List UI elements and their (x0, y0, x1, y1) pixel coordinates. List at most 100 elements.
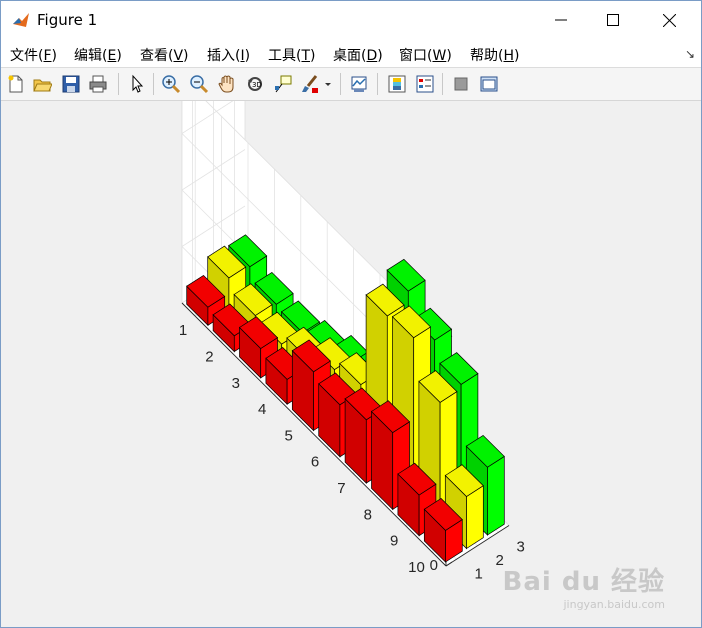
open-file-button[interactable] (30, 72, 54, 96)
close-icon (662, 13, 676, 27)
save-button[interactable] (59, 72, 83, 96)
colorbar-button[interactable] (385, 72, 409, 96)
menu-edit[interactable]: 编辑(E) (74, 45, 122, 65)
open-file-icon (33, 79, 52, 92)
menu-window[interactable]: 窗口(W) (399, 45, 452, 65)
brush-button[interactable] (298, 72, 322, 96)
link-plot-icon (351, 76, 367, 92)
z-tick-label: 0 (430, 557, 438, 574)
toolbar-separator (442, 73, 443, 95)
menu-file-end: ) (51, 48, 57, 64)
menu-help-end: ) (514, 48, 520, 64)
close-button[interactable] (643, 1, 695, 39)
window-title: Figure 1 (37, 11, 98, 29)
y-tick-label: 7 (337, 480, 345, 497)
new-figure-button[interactable] (4, 72, 28, 96)
zoom-in-button[interactable] (159, 72, 183, 96)
menu-tools-label: 工具( (268, 48, 302, 64)
y-tick-label: 5 (284, 427, 292, 444)
data-cursor-icon (275, 75, 292, 93)
colorbar-icon (388, 75, 406, 93)
menu-file-label: 文件( (10, 48, 44, 64)
print-icon (89, 75, 107, 93)
y-tick-label: 10 (408, 559, 425, 576)
svg-text:3D: 3D (252, 81, 262, 89)
hide-tools-icon (454, 77, 468, 91)
x-tick-label: 3 (517, 538, 525, 555)
brush-icon (302, 75, 318, 93)
minimize-button[interactable] (535, 1, 587, 39)
menu-desktop[interactable]: 桌面(D) (333, 45, 383, 65)
zoom-out-icon (190, 75, 209, 94)
y-tick-label: 8 (364, 506, 372, 523)
menu-desktop-key: D (366, 48, 378, 64)
link-plot-button[interactable] (347, 72, 371, 96)
title-bar: Figure 1 (1, 1, 701, 39)
bar3-plot[interactable]: 05010015020012345678910123 (1, 101, 701, 627)
menu-window-label: 窗口( (399, 48, 433, 64)
y-tick-label: 1 (179, 322, 187, 339)
maximize-icon (607, 14, 619, 26)
new-figure-icon (8, 75, 23, 93)
toolbar-separator (118, 73, 119, 95)
toolbar-separator (377, 73, 378, 95)
select-button[interactable] (125, 72, 149, 96)
menu-file[interactable]: 文件(F) (10, 45, 57, 65)
menu-view-label: 查看( (140, 48, 174, 64)
x-tick-label: 1 (475, 565, 483, 582)
menu-tools[interactable]: 工具(T) (268, 45, 316, 65)
menu-edit-end: ) (116, 48, 122, 64)
y-tick-label: 9 (390, 533, 398, 550)
menu-insert[interactable]: 插入(I) (207, 45, 250, 65)
pan-button[interactable] (215, 72, 239, 96)
dock-figure-button[interactable] (477, 72, 501, 96)
menu-window-key: W (432, 48, 447, 64)
pan-hand-icon (218, 75, 234, 93)
menu-file-key: F (43, 48, 52, 64)
toolbar-separator (153, 73, 154, 95)
menu-tools-end: ) (310, 48, 316, 64)
menu-view-key: V (173, 48, 184, 64)
rotate-3d-icon: 3D (248, 77, 262, 91)
save-icon (62, 75, 80, 93)
menu-desktop-label: 桌面( (333, 48, 367, 64)
brush-dropdown-button[interactable] (322, 72, 334, 96)
watermark: Bai du 经验 jingyan.baidu.com (503, 561, 666, 611)
figure-canvas: 05010015020012345678910123 Bai du 经验 jin… (1, 101, 701, 627)
hide-tools-button[interactable] (449, 72, 473, 96)
dock-arrow-icon[interactable]: ↘ (685, 47, 695, 61)
watermark-logo: Bai du 经验 (502, 567, 665, 597)
figure-window: Figure 1 文件(F) 编辑(E) 查看(V) 插入(I) 工具(T) 桌… (0, 0, 702, 628)
legend-icon (416, 75, 434, 93)
minimize-icon (555, 19, 567, 21)
bar-front-face (487, 455, 505, 536)
watermark-url: jingyan.baidu.com (563, 598, 665, 611)
select-arrow-icon (132, 74, 144, 93)
dock-figure-icon (480, 76, 498, 92)
y-tick-label: 3 (232, 375, 240, 392)
menu-tools-key: T (301, 48, 311, 64)
menu-edit-label: 编辑( (74, 48, 108, 64)
legend-button[interactable] (413, 72, 437, 96)
y-tick-label: 2 (205, 348, 213, 365)
maximize-button[interactable] (587, 1, 639, 39)
zoom-in-icon (162, 75, 181, 94)
figure-toolbar: 3D (1, 68, 701, 101)
y-tick-label: 6 (311, 454, 319, 471)
rotate-3d-button[interactable]: 3D (243, 72, 267, 96)
menu-bar: 文件(F) 编辑(E) 查看(V) 插入(I) 工具(T) 桌面(D) 窗口(W… (1, 39, 701, 68)
menu-window-end: ) (446, 48, 452, 64)
menu-view-end: ) (183, 48, 189, 64)
brush-dropdown-icon (325, 83, 331, 86)
menu-help-key: H (503, 48, 514, 64)
print-button[interactable] (86, 72, 110, 96)
data-cursor-button[interactable] (271, 72, 295, 96)
menu-help[interactable]: 帮助(H) (470, 45, 519, 65)
menu-help-label: 帮助( (470, 48, 504, 64)
menu-view[interactable]: 查看(V) (140, 45, 189, 65)
menu-insert-label: 插入( (207, 48, 241, 64)
menu-desktop-end: ) (377, 48, 383, 64)
zoom-out-button[interactable] (187, 72, 211, 96)
matlab-logo-icon (11, 10, 31, 30)
menu-insert-end: ) (244, 48, 251, 64)
